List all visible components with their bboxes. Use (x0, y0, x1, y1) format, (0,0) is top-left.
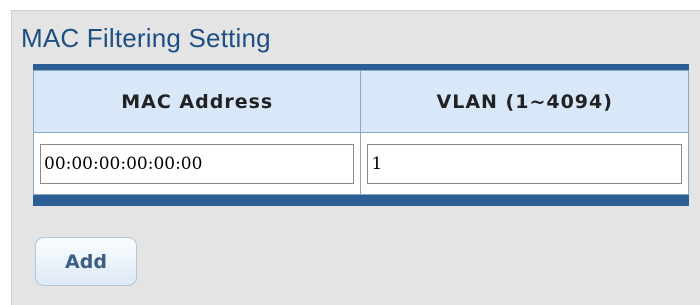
table-row (32, 132, 689, 195)
mac-filter-table-frame: MAC Address VLAN (1~4094) (32, 64, 689, 206)
column-header-vlan: VLAN (1~4094) (360, 70, 689, 133)
mac-filter-table: MAC Address VLAN (1~4094) (32, 70, 689, 195)
vlan-cell (360, 132, 689, 195)
add-button[interactable]: Add (35, 237, 137, 286)
mac-address-input[interactable] (40, 143, 355, 184)
section-title: MAC Filtering Setting (21, 23, 271, 53)
vlan-input[interactable] (367, 143, 682, 184)
mac-address-cell (32, 132, 362, 195)
table-header-row: MAC Address VLAN (1~4094) (32, 70, 689, 133)
column-header-mac-address: MAC Address (32, 70, 362, 133)
